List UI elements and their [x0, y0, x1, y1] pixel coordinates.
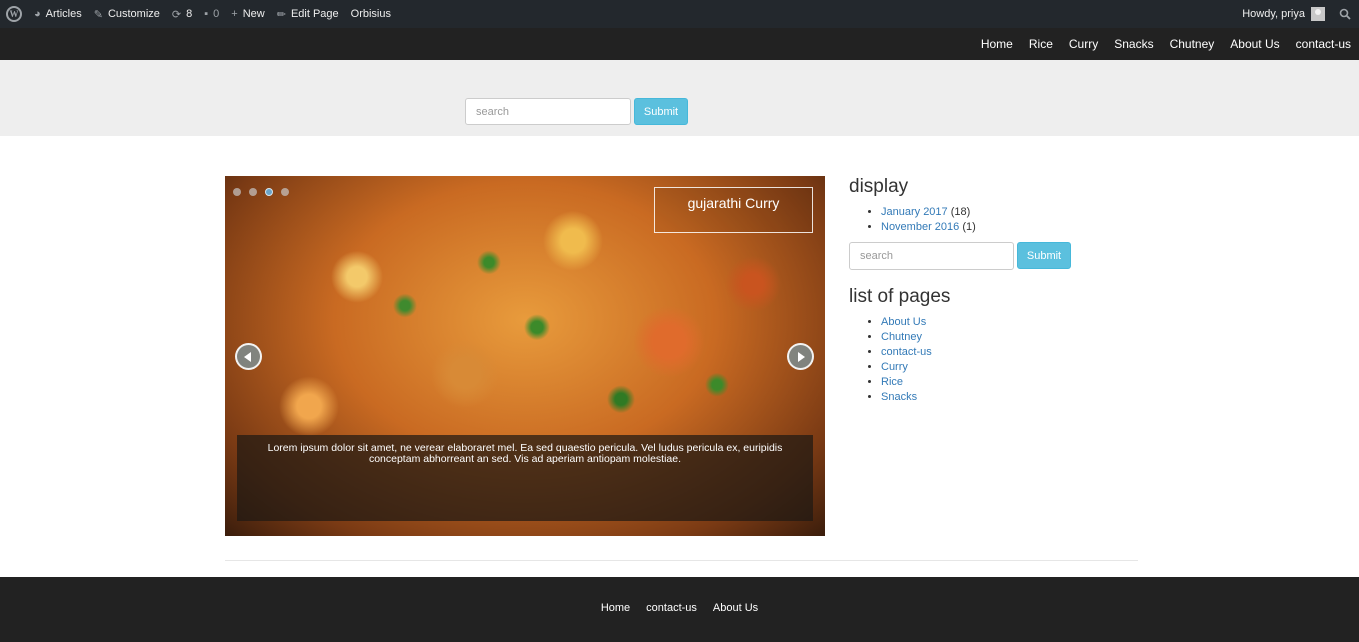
dashboard-icon: ◕ [34, 8, 41, 20]
sidebar-search: search Submit [849, 242, 1139, 278]
nav-contact-us[interactable]: contact-us [1288, 37, 1359, 51]
admin-edit-page[interactable]: ✏ Edit Page [271, 0, 345, 28]
admin-account[interactable]: Howdy, priya [1236, 0, 1331, 28]
image-slider: gujarathi Curry Lorem ipsum dolor sit am… [225, 176, 825, 536]
footer-link-home[interactable]: Home [593, 602, 638, 614]
slider-dot[interactable] [281, 188, 289, 196]
slider-pagination [233, 188, 297, 196]
refresh-icon: ⟳ [171, 8, 182, 21]
archive-link[interactable]: November 2016 [881, 221, 959, 233]
content-divider [225, 560, 1138, 561]
admin-orbisius[interactable]: Orbisius [345, 0, 397, 28]
admin-new[interactable]: + New [225, 0, 270, 28]
comment-icon: ▪ [204, 8, 209, 20]
admin-articles[interactable]: ◕ Articles [28, 0, 88, 28]
page-link-rice[interactable]: Rice [881, 376, 903, 388]
nav-snacks[interactable]: Snacks [1106, 37, 1161, 51]
archive-link[interactable]: January 2017 [881, 206, 948, 218]
list-item: contact-us [881, 345, 1139, 360]
page-link-about-us[interactable]: About Us [881, 316, 926, 328]
nav-chutney[interactable]: Chutney [1162, 37, 1223, 51]
pencil-icon: ✏ [276, 8, 286, 21]
nav-about-us[interactable]: About Us [1222, 37, 1287, 51]
sidebar-search-submit-button[interactable]: Submit [1017, 242, 1071, 269]
slide-caption: Lorem ipsum dolor sit amet, ne verear el… [237, 435, 813, 521]
search-icon[interactable] [1331, 0, 1359, 28]
list-item: About Us [881, 315, 1139, 330]
main-nav: Home Rice Curry Snacks Chutney About Us … [0, 28, 1359, 60]
nav-curry[interactable]: Curry [1061, 37, 1106, 51]
admin-customize[interactable]: ✎ Customize [88, 0, 166, 28]
slider-dot[interactable] [233, 188, 241, 196]
slide-title: gujarathi Curry [654, 187, 813, 233]
arrow-left-icon [244, 351, 251, 362]
display-heading: display [849, 176, 909, 197]
footer: Home contact-us About Us [0, 577, 1359, 642]
archives-list: January 2017 (18) November 2016 (1) [849, 205, 1139, 235]
avatar [1311, 7, 1325, 21]
list-item: Snacks [881, 390, 1139, 405]
nav-rice[interactable]: Rice [1021, 37, 1061, 51]
admin-updates[interactable]: ⟳ 8 [166, 0, 198, 28]
archive-item: January 2017 (18) [881, 205, 1139, 220]
wordpress-logo-icon[interactable]: W [0, 0, 28, 28]
footer-link-contact-us[interactable]: contact-us [638, 602, 705, 614]
sidebar: display January 2017 (18) November 2016 … [849, 176, 1139, 405]
slider-dot[interactable] [249, 188, 257, 196]
archive-item: November 2016 (1) [881, 220, 1139, 235]
slider-prev-button[interactable] [235, 343, 262, 370]
list-item: Curry [881, 360, 1139, 375]
page-link-contact-us[interactable]: contact-us [881, 346, 932, 358]
list-item: Chutney [881, 330, 1139, 345]
admin-comments[interactable]: ▪ 0 [198, 0, 225, 28]
pages-heading: list of pages [849, 286, 951, 307]
admin-bar: W ◕ Articles ✎ Customize ⟳ 8 ▪ 0 + New ✏ Edit … [0, 0, 1359, 28]
slider-dot-active[interactable] [265, 188, 273, 196]
page-link-chutney[interactable]: Chutney [881, 331, 922, 343]
page-link-curry[interactable]: Curry [881, 361, 908, 373]
brush-icon: ✎ [93, 8, 103, 21]
pages-list: About Us Chutney contact-us Curry Rice S… [849, 315, 1139, 405]
list-item: Rice [881, 375, 1139, 390]
nav-home[interactable]: Home [973, 37, 1021, 51]
arrow-right-icon [798, 351, 805, 362]
search-band: search Submit [0, 60, 1359, 136]
top-search-input[interactable]: search [465, 98, 631, 125]
footer-link-about-us[interactable]: About Us [705, 602, 766, 614]
slider-next-button[interactable] [787, 343, 814, 370]
page-link-snacks[interactable]: Snacks [881, 391, 917, 403]
plus-icon: + [231, 8, 238, 20]
sidebar-search-input[interactable]: search [849, 242, 1014, 270]
top-search-submit-button[interactable]: Submit [634, 98, 688, 125]
